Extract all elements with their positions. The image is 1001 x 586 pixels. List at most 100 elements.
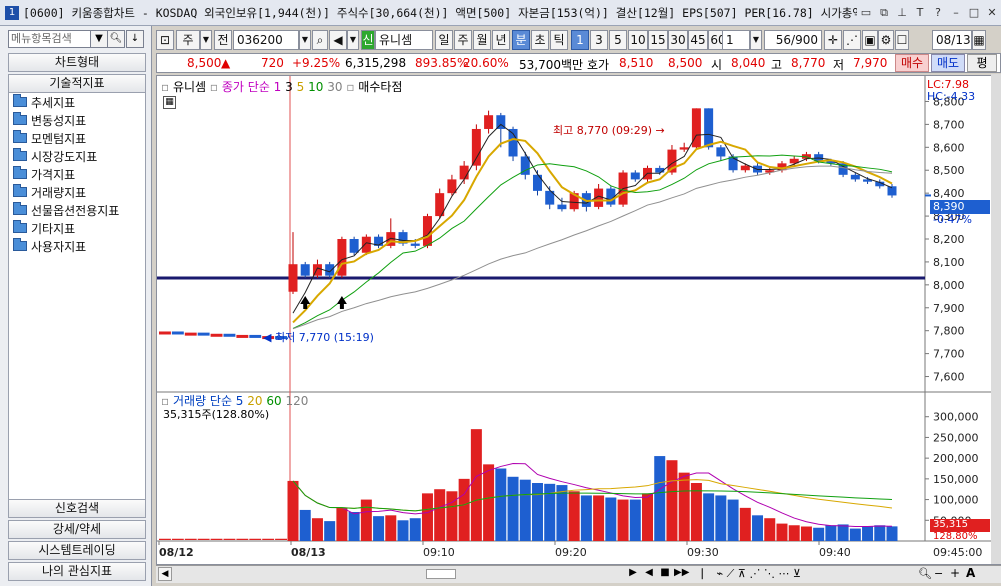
ask-price: 8,510 xyxy=(619,56,654,70)
volume-bar xyxy=(348,512,360,541)
volume-tick-label: 200,000 xyxy=(933,452,979,465)
save-icon[interactable]: ▣ xyxy=(862,30,878,50)
open-price: 8,040 xyxy=(731,56,766,70)
high-annotation: 최고 8,770 (09:29) → xyxy=(553,124,665,137)
fast-forward-icon[interactable]: ▶▶ xyxy=(674,567,689,581)
period-button-selected[interactable]: 분 xyxy=(512,30,530,50)
help-icon[interactable]: ? xyxy=(930,5,946,21)
stop-icon[interactable]: ■ xyxy=(658,567,672,581)
system-trading-button[interactable]: 시스템트레이딩 xyxy=(8,541,146,560)
date-input[interactable]: 08/13 xyxy=(932,30,972,50)
tech-indicator-button[interactable]: 기술적지표 xyxy=(8,74,146,93)
period-button[interactable]: 년 xyxy=(492,30,510,50)
drawing-tools[interactable]: ⎸ ⌁ ⟋ ⊼ ⋰ ⋱ ⋯ ⊻ xyxy=(702,567,801,581)
folder-item[interactable]: 시장강도지표 xyxy=(9,147,145,165)
period-button[interactable]: 초 xyxy=(531,30,549,50)
strength-button[interactable]: 강세/약세 xyxy=(8,520,146,539)
folder-icon xyxy=(13,220,27,233)
time-tick-label: 09:10 xyxy=(423,546,455,559)
prev-day-volume-bar xyxy=(236,538,249,540)
interval-button-selected[interactable]: 1 xyxy=(571,30,589,50)
price-tick-label: 7,800 xyxy=(933,325,965,338)
folder-item[interactable]: 거래량지표 xyxy=(9,183,145,201)
interval-value-input[interactable]: 1 xyxy=(722,30,750,50)
sound-icon[interactable]: ◀ xyxy=(329,30,347,50)
search-dropdown-icon[interactable]: ▼ xyxy=(90,30,108,48)
download-icon[interactable]: ↓ xyxy=(126,30,144,48)
crosshair-icon[interactable]: ✛ xyxy=(824,30,842,50)
chevron-down-icon[interactable]: ▼ xyxy=(299,30,311,50)
restore-icon[interactable]: ▭ xyxy=(858,5,874,21)
folder-item[interactable]: 선물옵션전용지표 xyxy=(9,201,145,219)
time-tick-label: 08/13 xyxy=(291,546,326,559)
my-indicator-button[interactable]: 나의 관심지표 xyxy=(8,562,146,581)
period-button[interactable]: 월 xyxy=(473,30,491,50)
scroll-left-icon[interactable]: ◀ xyxy=(158,567,172,581)
copy-window-icon[interactable]: ⧉ xyxy=(876,5,892,21)
text-tool-icon[interactable]: A xyxy=(966,566,975,580)
prev-button[interactable]: 전 xyxy=(214,30,232,50)
interval-button[interactable]: 30 xyxy=(668,30,688,50)
chevron-down-icon[interactable]: ▼ xyxy=(347,30,359,50)
signal-search-button[interactable]: 신호검색 xyxy=(8,499,146,518)
data-count-field[interactable]: 56/900 xyxy=(764,30,822,50)
zoom-out-icon[interactable]: 🔍︎ xyxy=(918,567,932,580)
interval-button[interactable]: 15 xyxy=(648,30,668,50)
chart-type-button[interactable]: 차트형태 xyxy=(8,53,146,72)
stock-code-input[interactable]: 036200 xyxy=(233,30,299,50)
folder-item[interactable]: 가격지표 xyxy=(9,165,145,183)
chart-area[interactable]: 8,800 8,700 8,600 8,500 8,400 8,300 8,200 8,100… xyxy=(156,75,1001,565)
folder-item[interactable]: 변동성지표 xyxy=(9,111,145,129)
play-back-icon[interactable]: ▶ xyxy=(626,567,640,581)
prev-day-volume-bar xyxy=(171,538,184,540)
minus-icon[interactable]: − xyxy=(934,567,943,580)
buy-button[interactable]: 매수 xyxy=(895,54,929,72)
pin-icon[interactable]: ⊥ xyxy=(894,5,910,21)
folder-item[interactable]: 추세지표 xyxy=(9,93,145,111)
volume-bar xyxy=(825,525,837,541)
folder-item[interactable]: 모멘텀지표 xyxy=(9,129,145,147)
interval-button[interactable]: 3 xyxy=(590,30,608,50)
hc-value: HC:-4.33 xyxy=(927,90,976,103)
chevron-down-icon[interactable]: ▼ xyxy=(200,30,212,50)
vertical-scrollbar[interactable] xyxy=(991,74,1001,564)
close-icon[interactable]: ✕ xyxy=(984,5,1000,21)
chart-settings-icon[interactable]: ⊡ xyxy=(156,30,174,50)
horizontal-scroll-thumb[interactable] xyxy=(426,569,456,579)
folder-icon xyxy=(13,148,27,161)
minimize-icon[interactable]: – xyxy=(948,5,964,21)
turnover-rate: 20.60% xyxy=(463,56,509,70)
period-button[interactable]: 주 xyxy=(454,30,472,50)
period-button[interactable]: 틱 xyxy=(550,30,568,50)
chevron-down-icon[interactable]: ▼ xyxy=(750,30,762,50)
volume-bar xyxy=(605,497,617,541)
volume-bar xyxy=(373,516,385,541)
maximize-icon[interactable]: □ xyxy=(966,5,982,21)
grid-toggle-icon[interactable]: ▦ xyxy=(163,96,176,109)
trend-tool-icon[interactable]: ⋰ xyxy=(843,30,861,50)
calendar-icon[interactable]: ▦ xyxy=(972,30,986,50)
sell-button[interactable]: 매도 xyxy=(931,54,965,72)
folder-item[interactable]: 기타지표 xyxy=(9,219,145,237)
pause-icon[interactable]: ◀ xyxy=(642,567,656,581)
legend-ma-3: 3 xyxy=(285,80,293,94)
folder-item[interactable]: 사용자지표 xyxy=(9,237,145,255)
prev-day-volume-bar xyxy=(159,538,171,540)
interval-button[interactable]: 10 xyxy=(628,30,648,50)
candle-body xyxy=(850,174,860,180)
gear-icon[interactable]: ⚙ xyxy=(878,30,894,50)
plus-icon[interactable]: + xyxy=(950,566,960,580)
interval-button[interactable]: 45 xyxy=(688,30,708,50)
search-icon[interactable]: ⌕ xyxy=(312,30,328,50)
interval-button[interactable]: 5 xyxy=(609,30,627,50)
search-icon[interactable]: 🔍︎ xyxy=(107,30,125,48)
period-button[interactable]: 일 xyxy=(435,30,453,50)
ma-5-line xyxy=(292,138,893,324)
period-select[interactable]: 주 xyxy=(176,30,200,50)
candle-body xyxy=(716,147,726,157)
checkbox[interactable]: ☐ xyxy=(895,30,909,50)
eval-button[interactable]: 평 xyxy=(967,54,997,72)
text-size-icon[interactable]: T xyxy=(912,5,928,21)
legend-stock-name: 유니셈 xyxy=(172,80,207,94)
volume-bar xyxy=(507,476,519,541)
